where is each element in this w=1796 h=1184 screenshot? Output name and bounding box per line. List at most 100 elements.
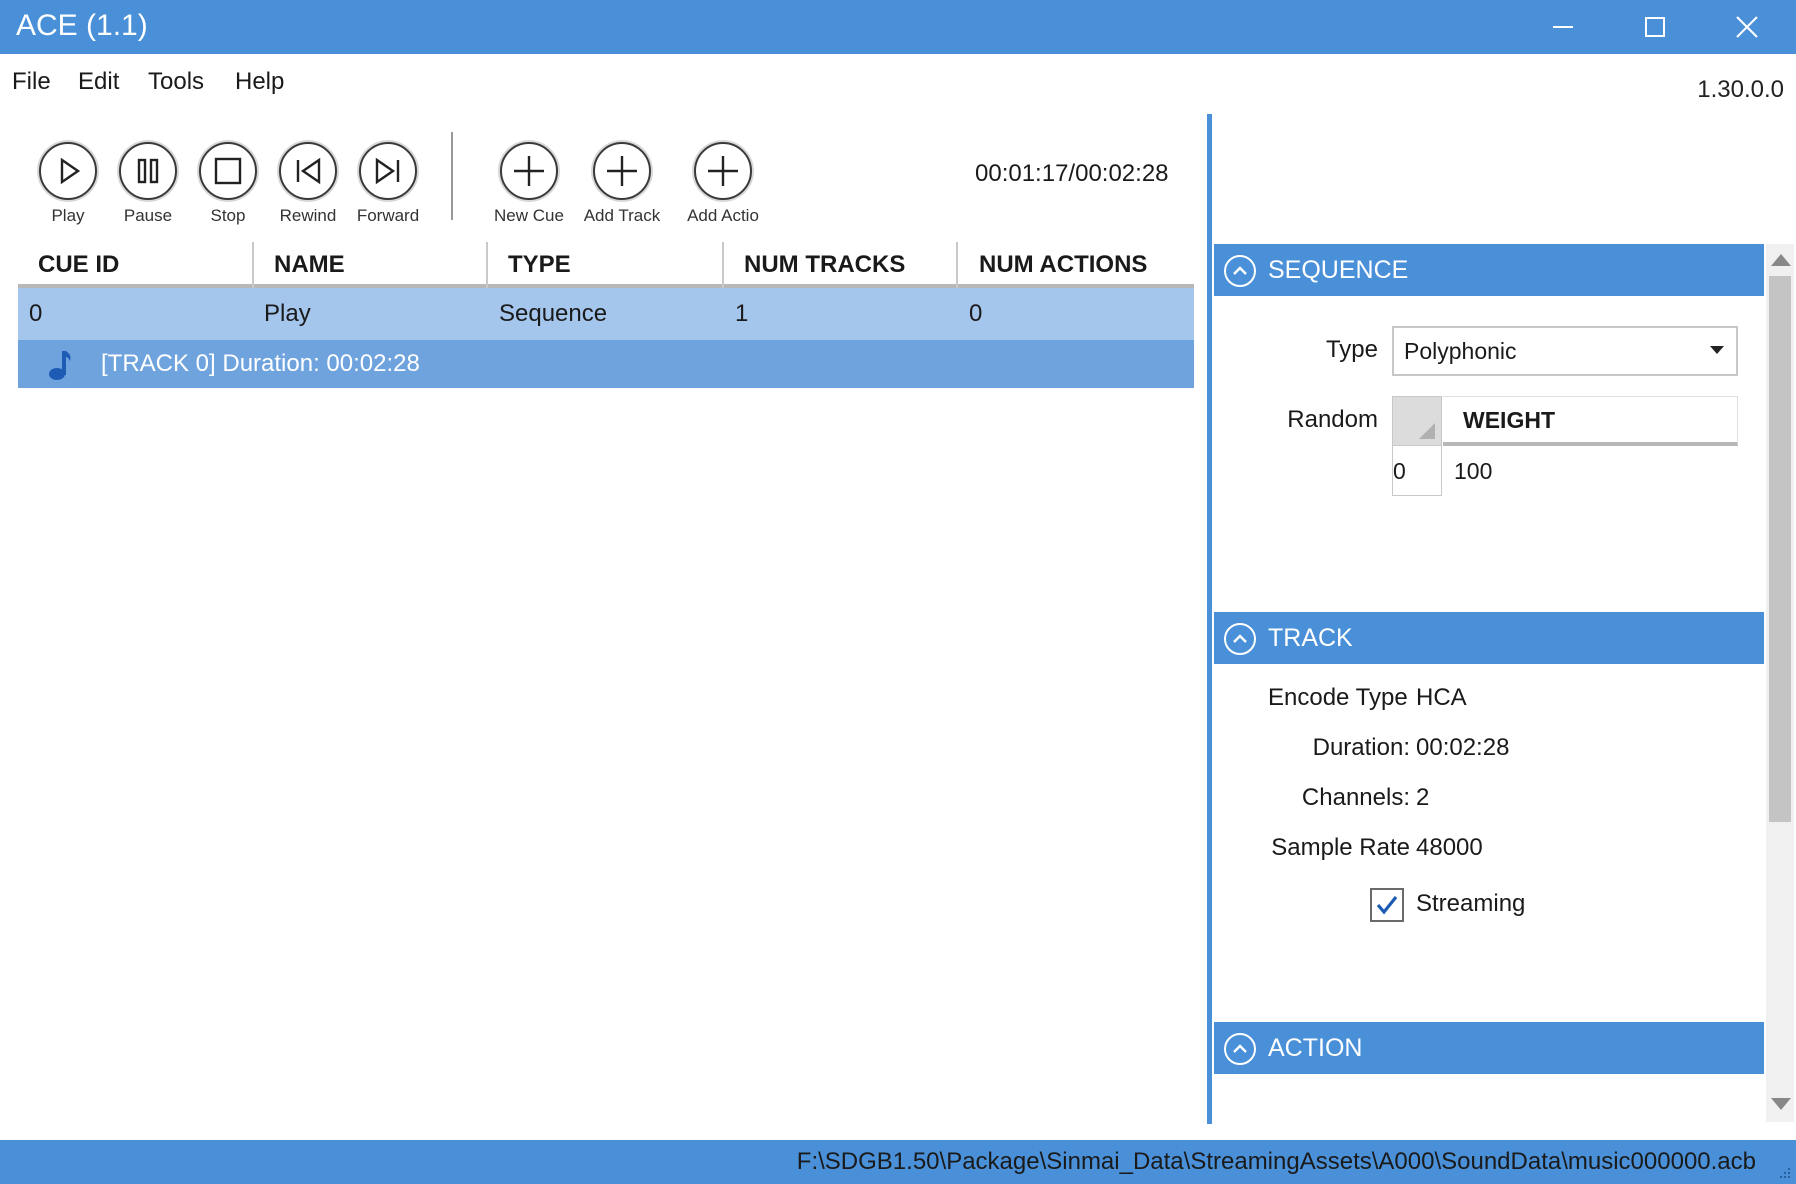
plus-icon [607, 156, 637, 186]
chevron-down-icon [1710, 346, 1724, 354]
column-type[interactable]: TYPE [508, 242, 571, 288]
sample-rate-label: Sample Rate [1271, 834, 1410, 861]
type-label: Type [1325, 336, 1378, 363]
action-title: ACTION [1268, 1034, 1363, 1062]
plus-icon [514, 156, 544, 186]
close-icon [1736, 16, 1758, 38]
type-dropdown-value: Polyphonic [1404, 338, 1517, 364]
weight-header-label: WEIGHT [1463, 407, 1555, 433]
property-scrollbar[interactable] [1766, 244, 1794, 1122]
scrollbar-thumb[interactable] [1769, 276, 1791, 822]
weight-row-index[interactable]: 0 [1392, 446, 1442, 496]
collapse-icon[interactable] [1224, 1033, 1256, 1065]
menu-help[interactable]: Help [235, 68, 284, 96]
title-bar: ACE (1.1) [0, 0, 1796, 54]
weight-index-label: 0 [1393, 458, 1406, 484]
stop-label: Stop [210, 206, 246, 225]
checkmark-icon [1376, 896, 1398, 915]
column-num-actions[interactable]: NUM ACTIONS [979, 242, 1147, 288]
cue-grid: CUE ID NAME TYPE NUM TRACKS NUM ACTIONS … [18, 242, 1194, 388]
table-row[interactable]: 0 Play Sequence 1 0 [18, 288, 1194, 340]
menu-tools[interactable]: Tools [148, 68, 204, 96]
track-row-label: [TRACK 0] Duration: 00:02:28 [101, 350, 420, 377]
column-cue-id[interactable]: CUE ID [38, 242, 119, 288]
minimize-icon [1553, 26, 1573, 28]
pause-button[interactable]: Pause [108, 130, 188, 226]
rewind-label: Rewind [279, 206, 337, 225]
type-dropdown[interactable]: Polyphonic [1392, 326, 1738, 376]
weight-grid-corner[interactable] [1392, 396, 1442, 446]
channels-label: Channels: [1301, 784, 1410, 811]
toolbar-separator [451, 132, 453, 220]
column-divider[interactable] [722, 242, 724, 288]
random-label: Random [1287, 406, 1378, 433]
version-label: 1.30.0.0 [1697, 76, 1784, 103]
play-button[interactable]: Play [28, 130, 108, 226]
play-icon [60, 157, 81, 185]
track-section-header[interactable]: TRACK [1214, 612, 1764, 664]
stop-icon [214, 157, 242, 185]
menu-bar: File Edit Tools Help 1.30.0.0 [0, 54, 1796, 110]
maximize-button[interactable] [1610, 0, 1700, 54]
track-row[interactable]: [TRACK 0] Duration: 00:02:28 [18, 340, 1194, 388]
column-num-tracks[interactable]: NUM TRACKS [744, 242, 905, 288]
menu-file[interactable]: File [12, 68, 51, 96]
plus-icon [708, 156, 738, 186]
track-title: TRACK [1268, 624, 1353, 652]
weight-column-header[interactable]: WEIGHT [1443, 396, 1738, 446]
encode-type-label: Encode Type [1268, 684, 1408, 711]
stop-button[interactable]: Stop [188, 130, 268, 226]
new-cue-button[interactable]: New Cue [489, 130, 569, 226]
column-divider[interactable] [486, 242, 488, 288]
file-path: F:\SDGB1.50\Package\Sinmai_Data\Streamin… [796, 1148, 1756, 1175]
toolbar: Play Pause Stop Rewind Forward New Cue A… [0, 130, 1200, 230]
scroll-down-icon[interactable] [1771, 1098, 1791, 1110]
cell-num-tracks: 1 [735, 300, 749, 327]
panel-splitter[interactable] [1207, 114, 1212, 1124]
add-track-label: Add Track [583, 206, 661, 225]
resize-grip-icon[interactable] [1778, 1166, 1792, 1180]
rewind-button[interactable]: Rewind [268, 130, 348, 226]
sequence-section-header[interactable]: SEQUENCE [1214, 244, 1764, 296]
collapse-icon[interactable] [1224, 623, 1256, 655]
add-action-label: Add Actio [687, 206, 759, 225]
music-note-icon [49, 351, 71, 380]
playback-timecode: 00:01:17/00:02:28 [975, 160, 1169, 187]
sequence-title: SEQUENCE [1268, 256, 1409, 284]
streaming-checkbox[interactable] [1370, 888, 1404, 922]
forward-icon [375, 157, 400, 185]
play-label: Play [51, 206, 85, 225]
action-section-header[interactable]: ACTION [1214, 1022, 1764, 1074]
window-title: ACE (1.1) [16, 9, 148, 42]
scroll-up-icon[interactable] [1771, 254, 1791, 266]
add-action-button[interactable]: Add Actio [683, 130, 763, 226]
column-divider[interactable] [252, 242, 254, 288]
status-bar: F:\SDGB1.50\Package\Sinmai_Data\Streamin… [0, 1140, 1796, 1184]
collapse-icon[interactable] [1224, 255, 1256, 287]
add-track-button[interactable]: Add Track [582, 130, 662, 226]
pause-icon [137, 158, 159, 184]
close-button[interactable] [1702, 0, 1792, 54]
property-panel: SEQUENCE Type Polyphonic Random WEIGHT 0… [1214, 244, 1764, 1122]
pause-label: Pause [123, 206, 173, 225]
cell-type: Sequence [499, 300, 608, 327]
encode-type-value: HCA [1416, 684, 1467, 711]
duration-value: 00:02:28 [1416, 734, 1510, 761]
forward-label: Forward [356, 206, 420, 225]
sample-rate-value: 48000 [1416, 834, 1483, 861]
streaming-label: Streaming [1416, 890, 1526, 917]
column-name[interactable]: NAME [274, 242, 345, 288]
cell-name: Play [264, 300, 311, 327]
column-divider[interactable] [956, 242, 958, 288]
channels-value: 2 [1416, 784, 1430, 811]
cell-num-actions: 0 [969, 300, 983, 327]
menu-edit[interactable]: Edit [78, 68, 119, 96]
minimize-button[interactable] [1518, 0, 1608, 54]
duration-label: Duration: [1312, 734, 1410, 761]
new-cue-label: New Cue [494, 206, 564, 225]
rewind-icon [296, 157, 321, 185]
cue-grid-header: CUE ID NAME TYPE NUM TRACKS NUM ACTIONS [18, 242, 1194, 288]
weight-value[interactable]: 100 [1454, 446, 1492, 496]
maximize-icon [1645, 17, 1665, 37]
forward-button[interactable]: Forward [348, 130, 428, 226]
